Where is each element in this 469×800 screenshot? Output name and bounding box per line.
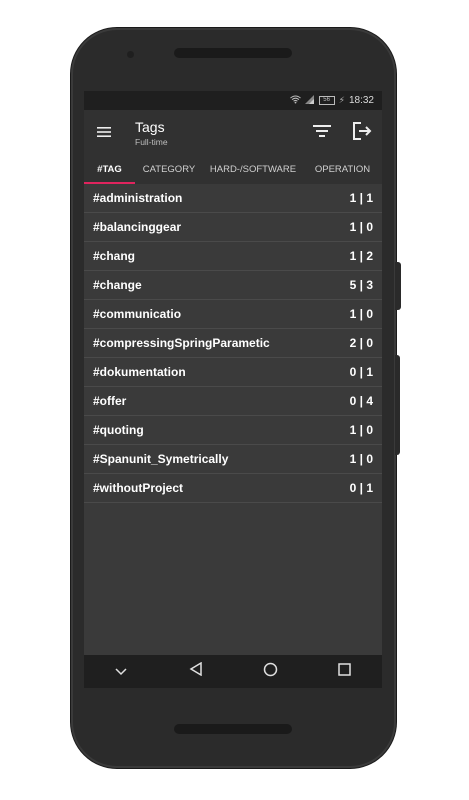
wifi-icon — [289, 95, 301, 106]
tag-count: 0 | 1 — [349, 365, 373, 379]
navigation-bar — [84, 655, 382, 688]
tag-count: 0 | 1 — [349, 481, 373, 495]
back-button[interactable] — [176, 655, 216, 688]
menu-icon — [97, 123, 111, 143]
front-camera — [127, 51, 134, 58]
tab-tag[interactable]: #TAG — [84, 164, 135, 175]
tab-category[interactable]: CATEGORY — [135, 164, 203, 175]
list-item[interactable]: #administration 1 | 1 — [84, 184, 382, 213]
status-bar: 56 ⚡ 18:32 — [84, 91, 382, 110]
bottom-speaker — [174, 724, 292, 734]
exit-button[interactable] — [349, 120, 375, 146]
tag-list: #administration 1 | 1 #balancinggear 1 | 0… — [84, 184, 382, 503]
battery-icon: 56 — [318, 96, 335, 105]
tag-count: 1 | 0 — [349, 220, 373, 234]
hide-nav-button[interactable] — [101, 655, 141, 688]
tag-name: #quoting — [93, 423, 144, 437]
charging-icon: ⚡ — [338, 95, 345, 105]
tag-name: #Spanunit_Symetrically — [93, 452, 229, 466]
sort-button[interactable] — [309, 120, 335, 146]
tab-operation[interactable]: OPERATION — [303, 164, 382, 175]
tag-count: 2 | 0 — [349, 336, 373, 350]
tag-count: 1 | 0 — [349, 423, 373, 437]
tab-hard-software[interactable]: HARD-/SOFTWARE — [203, 164, 303, 175]
tag-name: #balancinggear — [93, 220, 182, 234]
list-item[interactable]: #balancinggear 1 | 0 — [84, 213, 382, 242]
back-icon — [189, 661, 203, 681]
tag-count: 1 | 2 — [349, 249, 373, 263]
page-subtitle: Full-time — [135, 136, 168, 147]
list-item[interactable]: #quoting 1 | 0 — [84, 416, 382, 445]
tag-count: 0 | 4 — [349, 394, 373, 408]
app-bar: Tags Full-time — [84, 110, 382, 155]
signal-icon — [304, 95, 315, 106]
menu-button[interactable] — [84, 110, 124, 155]
tag-count: 1 | 1 — [349, 191, 373, 205]
recents-button[interactable] — [325, 655, 365, 688]
list-item[interactable]: #dokumentation 0 | 1 — [84, 358, 382, 387]
tab-indicator — [84, 182, 135, 184]
list-item[interactable]: #chang 1 | 2 — [84, 242, 382, 271]
top-speaker — [174, 48, 292, 58]
tag-count: 1 | 0 — [349, 452, 373, 466]
tag-count: 5 | 3 — [349, 278, 373, 292]
tag-count: 1 | 0 — [349, 307, 373, 321]
status-time: 18:32 — [348, 95, 374, 106]
list-item[interactable]: #compressingSpringParametic 2 | 0 — [84, 329, 382, 358]
tag-name: #dokumentation — [93, 365, 186, 379]
home-icon — [263, 662, 278, 682]
tag-name: #offer — [93, 394, 127, 408]
tag-name: #withoutProject — [93, 481, 184, 495]
tag-name: #compressingSpringParametic — [93, 336, 270, 350]
list-item[interactable]: #offer 0 | 4 — [84, 387, 382, 416]
home-button[interactable] — [250, 655, 290, 688]
list-item[interactable]: #withoutProject 0 | 1 — [84, 474, 382, 503]
chevron-down-icon — [115, 663, 127, 681]
title-block: Tags Full-time — [135, 119, 168, 147]
sort-icon — [313, 124, 331, 143]
recents-icon — [338, 662, 351, 681]
exit-icon — [352, 121, 372, 146]
list-item[interactable]: #Spanunit_Symetrically 1 | 0 — [84, 445, 382, 474]
page-title: Tags — [135, 118, 165, 135]
list-item[interactable]: #communicatio 1 | 0 — [84, 300, 382, 329]
phone-volume-button — [395, 355, 400, 455]
tag-name: #communicatio — [93, 307, 182, 321]
tag-name: #change — [93, 278, 142, 292]
tag-name: #chang — [93, 249, 136, 263]
phone-side-button — [395, 262, 401, 310]
app-screen: 56 ⚡ 18:32 Tags Full-time #TAG CATEGORY … — [84, 91, 382, 688]
tag-name: #administration — [93, 191, 183, 205]
tab-bar: #TAG CATEGORY HARD-/SOFTWARE OPERATION — [84, 155, 382, 184]
list-item[interactable]: #change 5 | 3 — [84, 271, 382, 300]
